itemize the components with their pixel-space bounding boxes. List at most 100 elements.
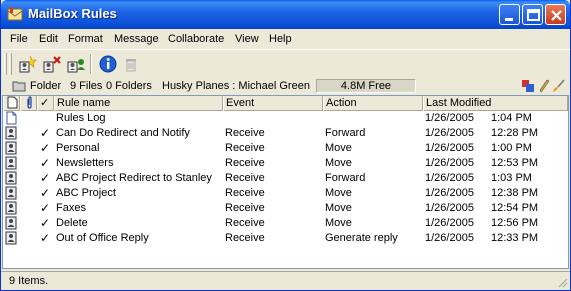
modified-time-cell: 12:53 PM [491, 157, 539, 169]
folder-icon [12, 81, 26, 92]
toolbar-separator [90, 54, 92, 74]
last-modified-column-header[interactable]: Last Modified [423, 96, 568, 111]
event-cell: Receive [225, 232, 265, 244]
rule-icon [5, 171, 17, 185]
rule-icon [5, 201, 17, 215]
menu-format[interactable]: Format [68, 33, 103, 45]
menu-help[interactable]: Help [269, 33, 292, 45]
new-rule-button[interactable] [17, 53, 39, 75]
edit-rule-button[interactable] [41, 53, 63, 75]
table-row[interactable]: ✓ Can Do Redirect and Notify Receive Forwar… [3, 126, 568, 141]
event-cell: Receive [225, 187, 265, 199]
type-column-header[interactable] [3, 96, 20, 111]
table-row[interactable]: ✓ ABC Project Receive Move 1/26/2005 12:38 PM [3, 186, 568, 201]
enabled-checkmark[interactable]: ✓ [40, 141, 50, 155]
toolbar-grip-secondary[interactable] [9, 53, 12, 75]
modified-date-cell: 1/26/2005 [425, 112, 474, 124]
modified-date-cell: 1/26/2005 [425, 157, 474, 169]
event-cell: Receive [225, 142, 265, 154]
rule-name-cell: Delete [56, 217, 88, 229]
rule-icon [5, 186, 17, 200]
copy-icon[interactable] [521, 79, 535, 93]
modified-date-cell: 1/26/2005 [425, 127, 474, 139]
event-cell: Receive [225, 172, 265, 184]
folder-label: Folder [30, 80, 62, 92]
document-column-icon [7, 96, 18, 109]
rule-name-cell: ABC Project [56, 187, 116, 199]
action-cell: Move [325, 202, 352, 214]
action-cell: Forward [325, 127, 366, 139]
rules-list[interactable]: ✓ Rule name Event Action Last Modified R… [2, 95, 569, 269]
table-row[interactable]: Rules Log 1/26/2005 1:04 PM [3, 111, 568, 126]
menu-file[interactable]: File [10, 33, 28, 45]
status-bar: 9 Items. [1, 271, 570, 290]
action-cell: Move [325, 187, 352, 199]
enabled-checkmark[interactable]: ✓ [40, 201, 50, 215]
enabled-checkmark[interactable]: ✓ [40, 186, 50, 200]
modified-time-cell: 1:03 PM [491, 172, 532, 184]
close-icon [551, 10, 562, 21]
list-header: ✓ Rule name Event Action Last Modified [3, 96, 568, 111]
enabled-checkmark[interactable]: ✓ [40, 171, 50, 185]
close-button[interactable] [545, 4, 566, 25]
table-row[interactable]: ✓ Newsletters Receive Move 1/26/2005 12:53 PM [3, 156, 568, 171]
modified-date-cell: 1/26/2005 [425, 187, 474, 199]
toolbar-grip[interactable] [4, 53, 7, 75]
rule-name-cell: Personal [56, 142, 100, 154]
folder-info-bar: Folder 9 Files 0 Folders Husky Planes : … [1, 78, 570, 95]
toolbar [1, 49, 570, 77]
action-cell: Forward [325, 172, 366, 184]
pencil-icon[interactable] [538, 79, 550, 93]
menu-edit[interactable]: Edit [39, 33, 58, 45]
rule-name-cell: Out of Office Reply [56, 232, 149, 244]
trash-button[interactable] [120, 53, 142, 75]
mailbox-rules-window: MailBox Rules File Edit Format Message C… [0, 0, 571, 291]
maximize-icon [527, 9, 540, 21]
modified-date-cell: 1/26/2005 [425, 172, 474, 184]
event-column-header[interactable]: Event [223, 96, 323, 111]
info-button[interactable] [97, 53, 119, 75]
modified-time-cell: 12:33 PM [491, 232, 539, 244]
modified-time-cell: 1:04 PM [491, 112, 532, 124]
maximize-button[interactable] [522, 4, 543, 25]
resize-grip-icon[interactable] [556, 276, 568, 288]
mailbox-path: Husky Planes : Michael Green [162, 80, 310, 92]
enabled-checkmark[interactable]: ✓ [40, 231, 50, 245]
rule-icon [5, 216, 17, 230]
enabled-checkmark[interactable]: ✓ [40, 156, 50, 170]
table-row[interactable]: ✓ Faxes Receive Move 1/26/2005 12:54 PM [3, 201, 568, 216]
edit-rule-icon [43, 56, 61, 73]
title-bar[interactable]: MailBox Rules [1, 0, 570, 29]
table-row[interactable]: ✓ Delete Receive Move 1/26/2005 12:56 PM [3, 216, 568, 231]
minimize-button[interactable] [499, 4, 520, 25]
window-title: MailBox Rules [28, 6, 117, 21]
enabled-checkmark[interactable]: ✓ [40, 126, 50, 140]
rule-icon [5, 231, 17, 245]
modified-time-cell: 12:56 PM [491, 217, 539, 229]
event-cell: Receive [225, 127, 265, 139]
action-cell: Generate reply [325, 232, 398, 244]
table-row[interactable]: ✓ Out of Office Reply Receive Generate repl… [3, 231, 568, 246]
rule-name-column-header[interactable]: Rule name [54, 96, 223, 111]
menu-message[interactable]: Message [114, 33, 159, 45]
menu-collaborate[interactable]: Collaborate [168, 33, 224, 45]
table-row[interactable]: ✓ Personal Receive Move 1/26/2005 1:00 PM [3, 141, 568, 156]
modified-date-cell: 1/26/2005 [425, 142, 474, 154]
delete-rule-user-button[interactable] [65, 53, 87, 75]
attachment-column-header[interactable] [20, 96, 37, 111]
action-column-header[interactable]: Action [323, 96, 423, 111]
modified-date-cell: 1/26/2005 [425, 202, 474, 214]
enabled-column-header[interactable]: ✓ [37, 96, 54, 111]
modified-time-cell: 12:54 PM [491, 202, 539, 214]
trash-icon [126, 59, 136, 72]
rule-name-cell: Faxes [56, 202, 86, 214]
enabled-checkmark[interactable]: ✓ [40, 216, 50, 230]
brush-icon[interactable] [552, 79, 566, 93]
menu-view[interactable]: View [235, 33, 259, 45]
event-cell: Receive [225, 217, 265, 229]
folders-count: 0 Folders [106, 80, 152, 92]
action-cell: Move [325, 217, 352, 229]
rule-name-cell: Rules Log [56, 112, 106, 124]
app-icon [7, 7, 23, 21]
table-row[interactable]: ✓ ABC Project Redirect to Stanley Receive F… [3, 171, 568, 186]
